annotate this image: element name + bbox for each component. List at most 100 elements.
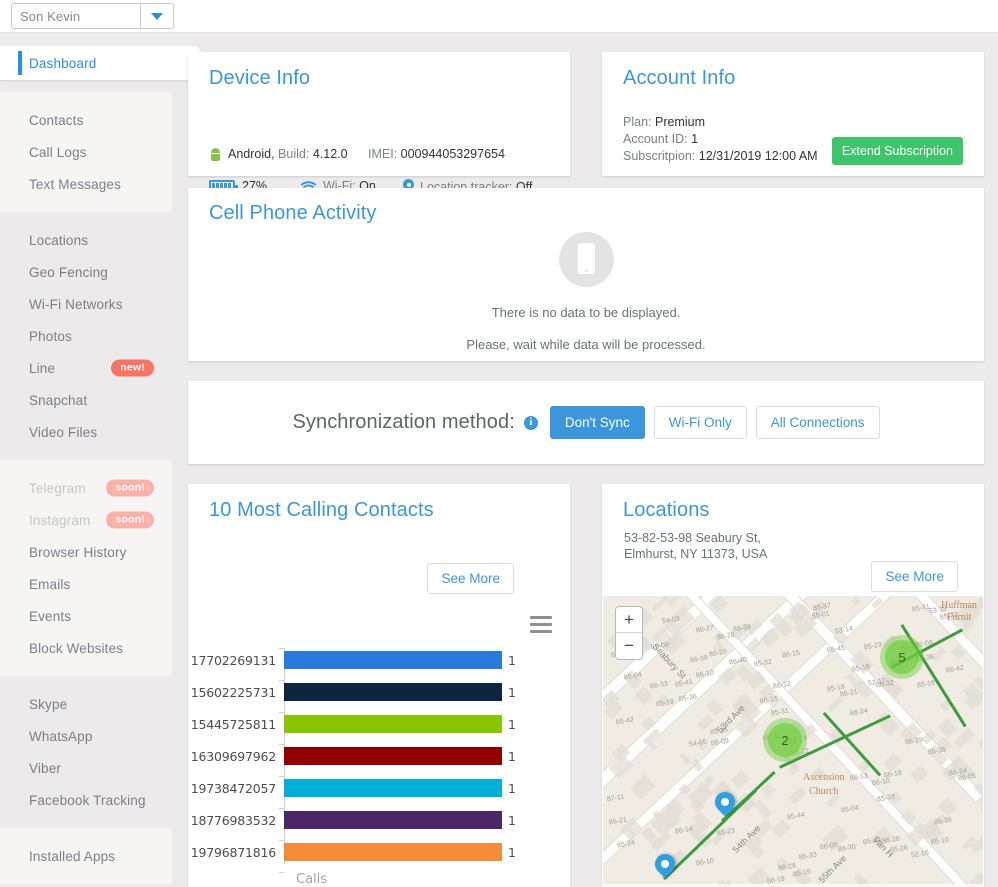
chart-bar[interactable] — [284, 843, 502, 861]
chart-bar-area: 1 — [284, 651, 570, 669]
sidebar-item-video-files[interactable]: Video Files — [0, 416, 172, 448]
main-content: Device Info Android, Build: 4.12.0 IMEI:… — [172, 34, 998, 887]
sidebar-item-locations[interactable]: Locations — [0, 224, 172, 256]
chart-bar-area: 1 — [284, 747, 570, 765]
sidebar-item-block-websites[interactable]: Block Websites — [0, 632, 172, 664]
chart-bar-value: 1 — [508, 652, 516, 668]
sidebar-item-photos[interactable]: Photos — [0, 320, 172, 352]
map-building — [679, 752, 692, 766]
map-location-marker[interactable] — [655, 854, 675, 882]
sidebar-item-call-logs[interactable]: Call Logs — [0, 136, 172, 168]
map-cluster-marker[interactable]: 2 — [763, 718, 807, 762]
device-build-value: 4.12.0 — [312, 147, 348, 161]
chart-bar[interactable] — [284, 683, 502, 701]
chart-bar[interactable] — [284, 747, 502, 765]
device-os-label: Android, — [228, 147, 275, 161]
subscription-row: Subscritpion: 12/31/2019 12:00 AM — [623, 148, 818, 165]
map-house-number: 86-33 — [649, 680, 669, 691]
map-building — [937, 719, 958, 740]
sidebar-item-line[interactable]: Line new! — [0, 352, 172, 384]
zoom-out-button[interactable]: − — [616, 633, 642, 659]
map-house-number: 85-31 — [911, 603, 931, 614]
map-poi-label: Huffman — [941, 600, 977, 611]
sidebar-item-instagram[interactable]: Instagram soon! — [0, 504, 172, 536]
locations-see-more-button[interactable]: See More — [871, 561, 958, 592]
map-house-number: 86-06 — [819, 841, 839, 852]
sync-option-dont-sync[interactable]: Don't Sync — [549, 406, 645, 439]
account-id-value: 1 — [691, 132, 699, 146]
sidebar-item-facebook-tracking[interactable]: Facebook Tracking — [0, 784, 172, 816]
sidebar-group: Dashboard — [0, 34, 212, 92]
sidebar-item-label: Wi-Fi Networks — [29, 296, 123, 312]
sidebar-item-installed-apps[interactable]: Installed Apps — [0, 840, 172, 872]
sidebar-item-wi-fi-networks[interactable]: Wi-Fi Networks — [0, 288, 172, 320]
leaflet-map[interactable]: 85-0486-1086-2486-2986-2386-1986-1386-09… — [603, 596, 983, 887]
map-house-number: 86-20 — [708, 648, 727, 659]
sidebar-group: Installed Apps — [0, 828, 172, 884]
sync-method-label: Synchronization method: — [292, 411, 515, 433]
sidebar-item-badge: soon! — [106, 511, 154, 529]
sidebar-item-label: Text Messages — [29, 176, 121, 192]
chart-x-axis-title: Calls — [296, 872, 328, 887]
hamburger-menu-icon[interactable] — [530, 616, 552, 637]
chart-bar-value: 1 — [508, 684, 516, 700]
device-selector[interactable]: Son Kevin — [11, 3, 174, 29]
map-building — [761, 782, 777, 798]
sidebar-item-label: Facebook Tracking — [29, 792, 146, 808]
chart-bar[interactable] — [284, 779, 502, 797]
plan-label: Plan: — [623, 115, 652, 129]
map-cluster-marker[interactable]: 5 — [880, 635, 924, 679]
sidebar-item-browser-history[interactable]: Browser History — [0, 536, 172, 568]
device-info-title: Device Info — [209, 67, 311, 89]
map-house-number: 85-23 — [863, 641, 883, 652]
imei-label: IMEI: — [368, 147, 398, 161]
sidebar-item-whatsapp[interactable]: WhatsApp — [0, 720, 172, 752]
sidebar-item-snapchat[interactable]: Snapchat — [0, 384, 172, 416]
sidebar-item-geo-fencing[interactable]: Geo Fencing — [0, 256, 172, 288]
chart-category-label: 15445725811 — [190, 716, 276, 732]
sidebar-item-telegram[interactable]: Telegram soon! — [0, 472, 172, 504]
chart-bar[interactable] — [284, 811, 502, 829]
sidebar-group: Skype WhatsApp Viber Facebook Tracking — [0, 676, 172, 828]
cluster-count: 5 — [898, 649, 906, 665]
map-house-number: 85-33 — [798, 851, 818, 862]
info-icon[interactable]: i — [523, 415, 538, 430]
sync-option-all-connections[interactable]: All Connections — [755, 406, 880, 439]
map-poi-label: Furnit — [947, 612, 972, 623]
zoom-in-button[interactable]: + — [616, 607, 642, 633]
chevron-down-icon[interactable] — [140, 4, 173, 28]
sidebar-item-label: Emails — [29, 576, 71, 592]
locations-card: Locations 53-82-53-98 Seabury St, Elmhur… — [602, 484, 984, 887]
empty-state: There is no data to be displayed. Please… — [188, 232, 984, 352]
chart-bar-value: 1 — [508, 780, 516, 796]
chart-bar[interactable] — [284, 715, 502, 733]
empty-state-line1: There is no data to be displayed. — [491, 305, 681, 320]
sidebar-item-events[interactable]: Events — [0, 600, 172, 632]
sidebar-item-skype[interactable]: Skype — [0, 688, 172, 720]
map-location-marker[interactable] — [715, 792, 735, 820]
sync-method-row: Synchronization method: i Don't Sync Wi-… — [188, 381, 984, 464]
map-building — [978, 729, 983, 753]
android-icon — [209, 147, 222, 161]
sync-option-wifi-only[interactable]: Wi-Fi Only — [653, 406, 747, 439]
sidebar-item-text-messages[interactable]: Text Messages — [0, 168, 172, 200]
sidebar-item-dashboard[interactable]: Dashboard — [0, 46, 212, 80]
sidebar-item-viber[interactable]: Viber — [0, 752, 172, 784]
chart-axis-tick — [279, 680, 284, 681]
chart-bar-value: 1 — [508, 716, 516, 732]
chart-bar-row: 16309697962 1 — [188, 740, 570, 772]
sidebar-item-label: WhatsApp — [29, 728, 93, 744]
chart-bar-value: 1 — [508, 844, 516, 860]
map-house-number: 86-15 — [781, 649, 801, 660]
sidebar-item-emails[interactable]: Emails — [0, 568, 172, 600]
sidebar-item-contacts[interactable]: Contacts — [0, 104, 172, 136]
top-bar: Son Kevin — [0, 0, 998, 33]
map-building — [850, 596, 861, 608]
chart-bar[interactable] — [284, 651, 502, 669]
locations-address-line1: 53-82-53-98 Seabury St, — [624, 531, 761, 545]
map-building — [909, 764, 928, 784]
contacts-see-more-button[interactable]: See More — [427, 563, 514, 594]
extend-subscription-button[interactable]: Extend Subscription — [831, 137, 963, 165]
imei-value: 000944053297654 — [400, 147, 505, 161]
plan-value: Premium — [654, 115, 705, 129]
